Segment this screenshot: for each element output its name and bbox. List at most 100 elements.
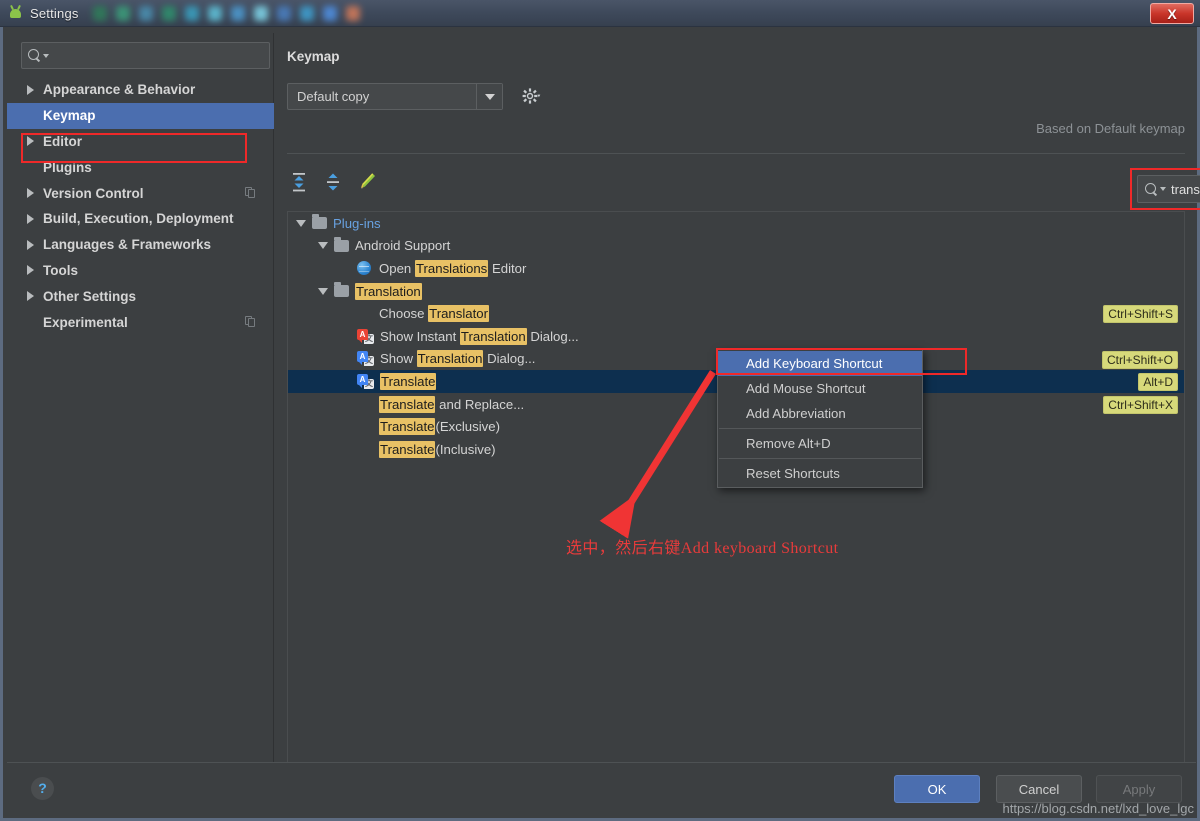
spacer-icon <box>357 442 373 457</box>
blurred-icon <box>184 5 199 21</box>
context-menu[interactable]: Add Keyboard Shortcut Add Mouse Shortcut A… <box>717 349 923 488</box>
sidebar-item-appearance-behavior[interactable]: Appearance & Behavior <box>7 77 274 103</box>
spacer-icon <box>340 333 351 340</box>
match-highlight: Translate <box>379 440 436 458</box>
apply-button: Apply <box>1096 775 1182 803</box>
folder-icon <box>334 282 349 298</box>
globe-icon <box>357 260 373 276</box>
blurred-icon <box>322 5 337 21</box>
blurred-icon <box>230 5 245 21</box>
expand-arrow-icon[interactable] <box>27 265 34 276</box>
sidebar-item-label: Version Control <box>43 185 144 201</box>
collapse-all-icon[interactable] <box>323 171 343 193</box>
expand-arrow-icon[interactable] <box>27 291 34 302</box>
sidebar-item-plugins[interactable]: Plugins <box>7 154 274 180</box>
settings-dialog-body: Appearance & Behavior Keymap Editor Plugins… <box>0 27 1200 821</box>
collapse-arrow-icon[interactable] <box>296 219 306 227</box>
sidebar-item-label: Other Settings <box>43 288 137 304</box>
sidebar-item-version-control[interactable]: Version Control <box>7 180 274 206</box>
sidebar-item-keymap[interactable]: Keymap <box>7 102 274 129</box>
context-menu-item[interactable]: Reset Shortcuts <box>718 461 922 486</box>
label-text: and Replace... <box>435 396 525 412</box>
keymap-tree[interactable]: Plug-ins Android Support Open Translations… <box>287 211 1185 781</box>
keymap-profile-dropdown[interactable]: Default copy <box>287 83 503 110</box>
expand-arrow-icon[interactable] <box>27 239 34 250</box>
search-icon <box>28 49 41 62</box>
tree-row-label: Translate <box>380 372 437 390</box>
sidebar-item-label: Plugins <box>43 159 92 175</box>
sidebar-item-tools[interactable]: Tools <box>7 258 274 284</box>
match-highlight: Translator <box>428 305 489 323</box>
blurred-icon <box>345 5 360 21</box>
tree-row-label: Translation <box>355 282 422 300</box>
spacer-icon <box>340 310 351 317</box>
expand-arrow-icon[interactable] <box>27 84 34 95</box>
expand-all-icon[interactable] <box>289 171 309 193</box>
tree-toolbar <box>289 171 377 193</box>
tree-row-label: Show Instant Translation Dialog... <box>380 327 579 345</box>
translate-red-icon: 文A <box>357 328 374 344</box>
android-studio-icon <box>8 4 24 21</box>
sidebar-search-input[interactable] <box>54 48 263 63</box>
spacer-icon <box>357 419 373 434</box>
panel-divider <box>287 153 1185 154</box>
close-button[interactable]: X <box>1150 3 1194 24</box>
search-icon <box>1145 182 1158 196</box>
sidebar-item-label: Experimental <box>43 314 128 330</box>
collapse-arrow-icon[interactable] <box>318 242 328 250</box>
help-icon[interactable]: ? <box>31 777 54 800</box>
context-menu-item[interactable]: Add Abbreviation <box>718 401 922 426</box>
sidebar-search-box[interactable] <box>21 42 270 69</box>
context-menu-item-label: Add Abbreviation <box>746 406 846 421</box>
context-menu-item[interactable]: Add Keyboard Shortcut <box>718 351 922 376</box>
based-on-label: Based on Default keymap <box>1036 121 1185 136</box>
label-text: (Inclusive) <box>435 441 496 457</box>
blurred-icon <box>253 5 268 21</box>
sidebar-item-editor[interactable]: Editor <box>7 129 274 155</box>
tree-row[interactable]: Open Translations Editor <box>288 257 1184 280</box>
expand-arrow-icon[interactable] <box>27 136 34 147</box>
translate-blue-icon: 文A <box>357 351 374 367</box>
expand-arrow-icon[interactable] <box>27 213 34 224</box>
match-highlight: Translations <box>414 259 489 277</box>
context-menu-item[interactable]: Remove Alt+D <box>718 431 922 456</box>
tree-row[interactable]: Translation <box>288 280 1184 303</box>
shortcut-badge: Ctrl+Shift+O <box>1101 350 1178 369</box>
blurred-icon <box>299 5 314 21</box>
watermark: https://blog.csdn.net/lxd_love_lgc <box>1002 801 1194 816</box>
label-text: Plug-ins <box>333 215 381 231</box>
sidebar-item-other-settings[interactable]: Other Settings <box>7 283 274 309</box>
match-highlight: Translation <box>416 350 484 368</box>
tree-row[interactable]: 文 A Show Instant Translation Dialog... <box>288 325 1184 348</box>
sidebar-item-build-execution-deployment[interactable]: Build, Execution, Deployment <box>7 206 274 232</box>
tree-row[interactable]: Plug-ins <box>288 212 1184 235</box>
tree-row-label: Translate and Replace... <box>379 395 525 413</box>
collapse-arrow-icon[interactable] <box>318 287 328 295</box>
expand-arrow-icon[interactable] <box>27 188 34 199</box>
label-text: Editor <box>488 260 527 276</box>
keymap-search-box[interactable]: × <box>1137 175 1200 203</box>
tree-row-label: Plug-ins <box>333 216 381 231</box>
blurred-icon <box>161 5 176 21</box>
annotation-text: 选中，然后右键Add keyboard Shortcut <box>566 540 839 557</box>
tree-row-label: Translate(Exclusive) <box>379 418 500 436</box>
context-menu-item-label: Add Keyboard Shortcut <box>746 356 883 371</box>
spacer-icon <box>357 306 373 321</box>
shortcut-badge: Ctrl+Shift+S <box>1103 305 1178 324</box>
label-text: Show Instant <box>380 328 460 344</box>
tree-row[interactable]: Android Support <box>288 235 1184 258</box>
ok-button[interactable]: OK <box>894 775 980 803</box>
keymap-search-input[interactable] <box>1171 181 1200 197</box>
dropdown-arrow-icon[interactable] <box>476 84 502 109</box>
blurred-icon <box>138 5 153 21</box>
edit-pencil-icon[interactable] <box>357 171 377 193</box>
tree-row[interactable]: Choose Translator Ctrl+Shift+S <box>288 302 1184 325</box>
gear-icon[interactable] <box>521 85 547 107</box>
project-scope-icon <box>245 316 256 328</box>
sidebar-item-experimental[interactable]: Experimental <box>7 309 274 335</box>
cancel-button[interactable]: Cancel <box>996 775 1082 803</box>
shortcut-badge: Ctrl+Shift+X <box>1103 395 1178 414</box>
spacer-icon <box>340 423 351 430</box>
sidebar-item-languages-frameworks[interactable]: Languages & Frameworks <box>7 232 274 258</box>
context-menu-item[interactable]: Add Mouse Shortcut <box>718 376 922 401</box>
